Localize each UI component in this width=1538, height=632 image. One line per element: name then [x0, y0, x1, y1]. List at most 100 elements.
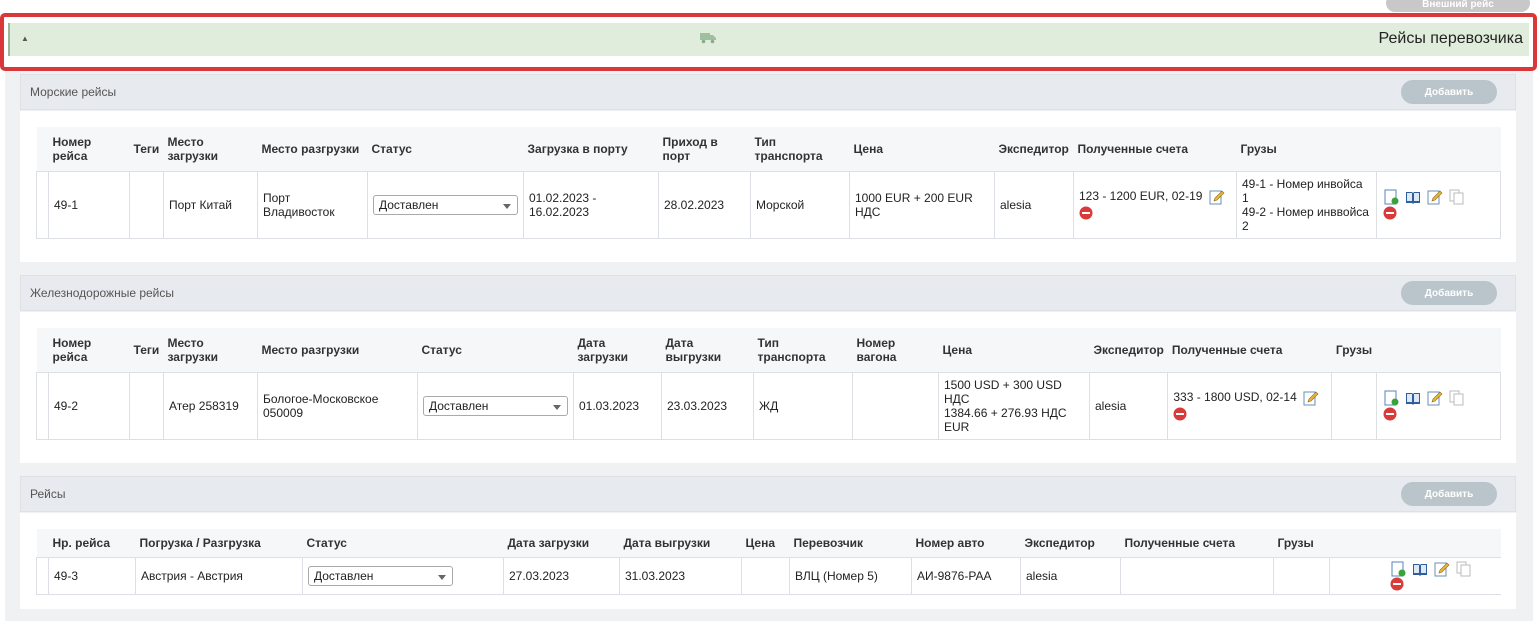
unload-date: 31.03.2023: [619, 556, 742, 596]
price-line: 1500 USD + 300 USD НДС: [944, 377, 1062, 406]
trip-number[interactable]: 49-1: [48, 170, 130, 239]
delete-icon[interactable]: [1079, 206, 1093, 220]
carrier-trips-highlight: ▲ Рейсы перевозчика: [0, 13, 1537, 71]
col-forwarder: Экспедитор: [994, 127, 1074, 172]
price: 1000 EUR + 200 EUR НДС: [849, 170, 995, 239]
price: [741, 556, 790, 596]
edit-icon[interactable]: [1209, 189, 1225, 205]
trips-add-button[interactable]: Добавить: [1401, 482, 1497, 506]
col-port-loading: Загрузка в порту: [523, 127, 659, 172]
col-number: Нр. рейса: [48, 529, 136, 558]
col-transport-type: Тип транспорта: [750, 127, 850, 172]
sea-trips-title: Морские рейсы: [30, 85, 117, 99]
rail-add-button[interactable]: Добавить: [1401, 281, 1497, 305]
load-date: 27.03.2023: [503, 556, 620, 596]
status-select[interactable]: Доставлен: [308, 565, 453, 586]
col-invoices: Полученные счета: [1120, 529, 1274, 558]
cargo-item[interactable]: 49-2 - Номер инввойса 2: [1242, 205, 1371, 233]
copy-icon[interactable]: [1449, 189, 1465, 205]
trip-number[interactable]: 49-3: [48, 556, 136, 596]
book-icon[interactable]: [1405, 189, 1421, 205]
trip-tags: [129, 371, 164, 440]
document-add-icon[interactable]: [1390, 561, 1406, 577]
col-route: Погрузка / Разгрузка: [135, 529, 303, 558]
col-unload-place: Место разгрузки: [257, 127, 368, 172]
col-forwarder: Экспедитор: [1020, 529, 1121, 558]
transport-type: ЖД: [753, 371, 853, 440]
port-arrival: 28.02.2023: [658, 170, 751, 239]
col-car-number: Номер авто: [911, 529, 1021, 558]
trips-header: Рейсы Добавить: [20, 476, 1516, 512]
invoice-text: 333 - 1800 USD, 02-14: [1173, 390, 1297, 405]
forwarder: alesia: [1088, 371, 1169, 440]
port-loading: 01.02.2023 - 16.02.2023: [523, 170, 659, 239]
status-select[interactable]: Доставлен: [373, 194, 518, 215]
col-forwarder: Экспедитор: [1089, 328, 1168, 373]
trip-number[interactable]: 49-2: [48, 371, 130, 440]
col-carrier: Перевозчик: [789, 529, 912, 558]
col-port-arrival: Приход в порт: [658, 127, 751, 172]
col-number: Номер рейса: [48, 328, 130, 373]
sea-add-button[interactable]: Добавить: [1401, 80, 1497, 104]
col-invoices: Полученные счета: [1073, 127, 1237, 172]
delete-icon[interactable]: [1383, 407, 1397, 421]
book-icon[interactable]: [1412, 561, 1428, 577]
edit-icon[interactable]: [1303, 390, 1319, 406]
status-value: Доставлен: [314, 568, 374, 583]
status-select[interactable]: Доставлен: [423, 395, 568, 416]
sea-trips-table: Номер рейса Теги Место загрузки Место ра…: [36, 127, 1501, 239]
unload-place: Бологое-Московское 050009: [257, 371, 418, 440]
rail-trips-title: Железнодорожные рейсы: [30, 286, 175, 300]
col-load-place: Место загрузки: [163, 328, 258, 373]
col-cargo: Грузы: [1331, 328, 1377, 373]
forwarder: alesia: [1020, 556, 1121, 596]
col-number: Номер рейса: [48, 127, 130, 172]
col-price: Цена: [741, 529, 790, 558]
edit-icon[interactable]: [1427, 189, 1443, 205]
col-unload-date: Дата выгрузки: [619, 529, 742, 558]
book-icon[interactable]: [1405, 390, 1421, 406]
carrier-trips-bar[interactable]: ▲ Рейсы перевозчика: [8, 23, 1529, 56]
trips-title: Рейсы: [30, 487, 66, 501]
edit-icon[interactable]: [1434, 561, 1450, 577]
cargo-item[interactable]: 49-1 - Номер инвойса 1: [1242, 177, 1371, 205]
status-value: Доставлен: [429, 398, 489, 413]
sea-trips-body: Номер рейса Теги Место загрузки Место ра…: [20, 111, 1516, 262]
chevron-down-icon: [503, 203, 511, 209]
rail-trips-table: Номер рейса Теги Место загрузки Место ра…: [36, 328, 1502, 440]
col-load-place: Место загрузки: [163, 127, 258, 172]
col-price: Цена: [938, 328, 1090, 373]
unload-place: Порт Владивосток: [257, 170, 368, 239]
chevron-down-icon: [553, 404, 561, 410]
col-status: Статус: [302, 529, 504, 558]
document-add-icon[interactable]: [1383, 189, 1399, 205]
wagon-number: [852, 371, 939, 440]
transport-type: Морской: [750, 170, 850, 239]
delete-icon[interactable]: [1173, 407, 1187, 421]
load-date: 01.03.2023: [573, 371, 662, 440]
col-status: Статус: [417, 328, 574, 373]
copy-icon[interactable]: [1449, 390, 1465, 406]
edit-icon[interactable]: [1427, 390, 1443, 406]
load-place: Атер 258319: [163, 371, 258, 440]
price-line: 1384.66 + 276.93 НДС EUR: [944, 405, 1067, 434]
trips-table: Нр. рейса Погрузка / Разгрузка Статус Да…: [36, 529, 1501, 596]
invoices: [1120, 556, 1274, 596]
status-value: Доставлен: [379, 197, 439, 212]
trips-body: Нр. рейса Погрузка / Разгрузка Статус Да…: [20, 513, 1516, 609]
delete-icon[interactable]: [1390, 577, 1404, 591]
document-add-icon[interactable]: [1383, 390, 1399, 406]
rail-trips-body: Номер рейса Теги Место загрузки Место ра…: [20, 312, 1516, 463]
collapse-arrow-icon[interactable]: ▲: [21, 34, 29, 43]
table-row: 49-3 Австрия - Австрия Доставлен 27.03.2…: [36, 556, 1501, 596]
col-unload-date: Дата выгрузки: [661, 328, 754, 373]
col-price: Цена: [849, 127, 995, 172]
unload-date: 23.03.2023: [661, 371, 754, 440]
delete-icon[interactable]: [1383, 206, 1397, 220]
carrier-trips-title: Рейсы перевозчика: [1378, 30, 1523, 47]
cargo: [1273, 556, 1330, 596]
copy-icon[interactable]: [1456, 561, 1472, 577]
external-trip-button[interactable]: Внешний рейс: [1386, 0, 1530, 12]
table-row: 49-1 Порт Китай Порт Владивосток Доставл…: [36, 170, 1501, 239]
rail-trips-header: Железнодорожные рейсы Добавить: [20, 275, 1516, 311]
